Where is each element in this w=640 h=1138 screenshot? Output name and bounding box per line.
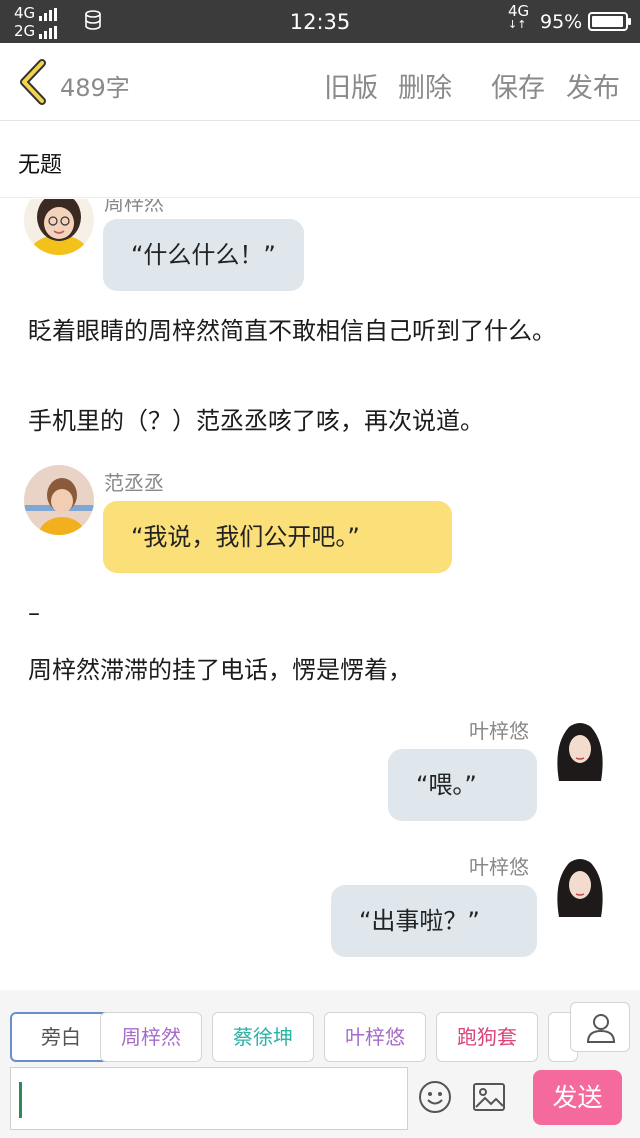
old-version-button[interactable]: 旧版 — [324, 66, 378, 105]
battery-percent: 95% — [540, 11, 583, 33]
message-bubble[interactable]: “什么什么！” — [103, 219, 304, 291]
network-indicator: 4G ↓↑ — [508, 4, 529, 31]
chip-label: 蔡徐坤 — [233, 1025, 293, 1049]
manage-characters-button[interactable] — [570, 1002, 630, 1052]
send-button[interactable]: 发送 — [533, 1070, 622, 1125]
avatar[interactable] — [24, 465, 94, 535]
chip-label: 叶梓悠 — [345, 1025, 405, 1049]
speaker-name: 范丞丞 — [104, 471, 164, 495]
chip-character[interactable]: 周梓然 — [100, 1012, 202, 1062]
chip-label: 旁白 — [41, 1025, 81, 1049]
character-selector: 旁白 周梓然 蔡徐坤 叶梓悠 跑狗套 — [0, 990, 640, 1064]
speaker-name: 叶梓悠 — [469, 719, 529, 743]
story-content[interactable]: 周梓然 “什么什么！” 眨着眼睛的周梓然简直不敢相信自己听到了什么。 手机里的（… — [0, 199, 640, 989]
chip-narrator[interactable]: 旁白 — [10, 1012, 112, 1062]
document-title: 无题 — [18, 153, 63, 178]
message-input[interactable] — [10, 1067, 408, 1130]
save-button[interactable]: 保存 — [491, 66, 545, 105]
battery-icon — [588, 12, 631, 31]
chip-character[interactable]: 蔡徐坤 — [212, 1012, 314, 1062]
avatar[interactable] — [545, 851, 615, 921]
user-icon — [586, 1014, 616, 1043]
message-bubble[interactable]: “喂。” — [388, 749, 537, 821]
emoji-icon[interactable] — [418, 1080, 452, 1114]
text-caret — [19, 1082, 22, 1118]
chip-label: 周梓然 — [121, 1025, 181, 1049]
narration-text[interactable]: – — [28, 595, 618, 631]
message-bubble[interactable]: “我说，我们公开吧。” — [103, 501, 452, 573]
app-screen: 4G 2G 12:35 4G ↓↑ 95% 489字 旧版 删除 保存 发布 无… — [0, 0, 640, 1138]
narration-text[interactable]: 周梓然滞滞的挂了电话，愣是愣着， — [28, 652, 618, 688]
word-count: 489字 — [60, 74, 130, 102]
compose-bar: 发送 — [0, 1064, 640, 1138]
avatar[interactable] — [24, 199, 94, 255]
editor-toolbar: 489字 旧版 删除 保存 发布 — [0, 43, 640, 121]
narration-text[interactable]: 手机里的（？）范丞丞咳了咳，再次说道。 — [28, 403, 618, 439]
message-bubble[interactable]: “出事啦？” — [331, 885, 537, 957]
image-icon[interactable] — [472, 1082, 506, 1112]
status-bar: 4G 2G 12:35 4G ↓↑ 95% — [0, 0, 640, 43]
delete-button[interactable]: 删除 — [398, 66, 452, 105]
data-arrows-icon: ↓↑ — [508, 18, 527, 31]
back-chevron-icon[interactable] — [16, 59, 50, 105]
narration-text[interactable]: 眨着眼睛的周梓然简直不敢相信自己听到了什么。 — [28, 313, 618, 349]
speaker-name: 周梓然 — [104, 199, 164, 215]
avatar[interactable] — [545, 715, 615, 785]
speaker-name: 叶梓悠 — [469, 855, 529, 879]
chip-character[interactable]: 跑狗套 — [436, 1012, 538, 1062]
publish-button[interactable]: 发布 — [566, 66, 620, 105]
chip-label: 跑狗套 — [457, 1025, 517, 1049]
chip-character[interactable]: 叶梓悠 — [324, 1012, 426, 1062]
title-field[interactable]: 无题 — [0, 122, 640, 198]
